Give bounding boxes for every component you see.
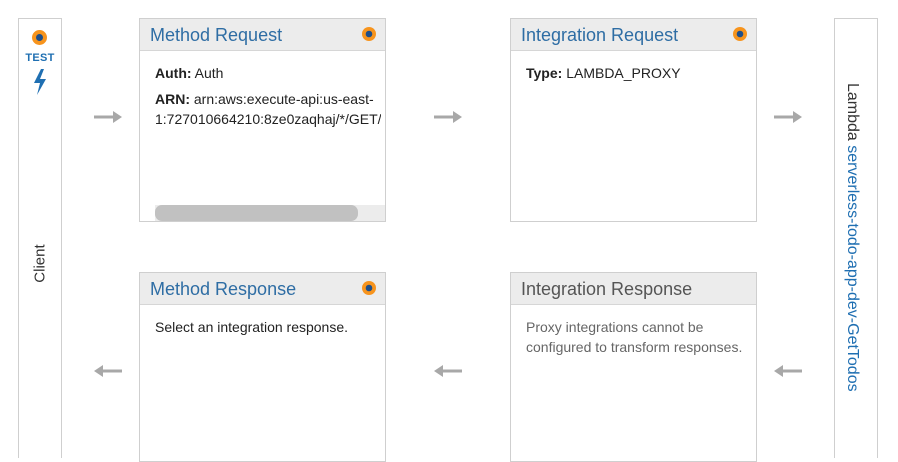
left-arrow-icon (434, 365, 462, 377)
client-label: Client (31, 244, 49, 283)
method-response-title[interactable]: Method Response (150, 279, 296, 300)
type-value: LAMBDA_PROXY (562, 65, 681, 81)
method-request-title[interactable]: Method Request (150, 25, 282, 46)
left-arrow-icon (94, 365, 122, 377)
horizontal-scrollbar[interactable] (155, 205, 385, 221)
lambda-panel: Lambda serverless-todo-app-dev-GetTodos (834, 18, 878, 458)
card-header: Method Request (140, 19, 385, 51)
arn-key: ARN: (155, 91, 190, 107)
lambda-prefix: Lambda (844, 83, 861, 146)
method-response-body: Select an integration response. (155, 317, 381, 337)
lightning-bolt-icon[interactable] (32, 69, 48, 95)
client-panel: TEST Client (18, 18, 62, 458)
card-header: Integration Response (511, 273, 756, 305)
integration-response-card: Integration Response Proxy integrations … (510, 272, 757, 462)
orange-dot-icon (32, 30, 47, 45)
auth-value: Auth (191, 65, 224, 81)
integration-request-body: Type: LAMBDA_PROXY (526, 63, 752, 83)
arn-line-1: arn:aws:execute-api:us-east- (190, 91, 374, 107)
integration-request-title[interactable]: Integration Request (521, 25, 678, 46)
right-arrow-icon (434, 111, 462, 123)
method-request-card[interactable]: Method Request Auth: Auth ARN: arn:aws:e… (139, 18, 386, 222)
orange-dot-icon (362, 27, 376, 41)
scrollbar-thumb[interactable] (155, 205, 358, 221)
card-header: Method Response (140, 273, 385, 305)
integration-response-line-1: Proxy integrations cannot be (526, 319, 704, 335)
type-key: Type: (526, 65, 563, 81)
method-response-text: Select an integration response. (155, 319, 349, 335)
card-header: Integration Request (511, 19, 756, 51)
orange-dot-icon (362, 281, 376, 295)
integration-response-body: Proxy integrations cannot be configured … (526, 317, 752, 357)
arn-row: ARN: arn:aws:execute-api:us-east- 1:7270… (155, 89, 381, 129)
method-response-card[interactable]: Method Response Select an integration re… (139, 272, 386, 462)
right-arrow-icon (94, 111, 122, 123)
auth-row: Auth: Auth (155, 63, 381, 83)
integration-response-title: Integration Response (521, 279, 693, 299)
test-link[interactable]: TEST (19, 52, 61, 64)
integration-response-line-2: configured to transform responses. (526, 339, 743, 355)
lambda-label: Lambda serverless-todo-app-dev-GetTodos (843, 83, 861, 392)
auth-key: Auth: (155, 65, 192, 81)
method-request-body: Auth: Auth ARN: arn:aws:execute-api:us-e… (155, 63, 381, 129)
lambda-function-link[interactable]: serverless-todo-app-dev-GetTodos (844, 145, 861, 391)
arn-line-2: 1:727010664210:8ze0zaqhaj/*/GET/todos (155, 111, 381, 127)
integration-request-card[interactable]: Integration Request Type: LAMBDA_PROXY (510, 18, 757, 222)
right-arrow-icon (774, 111, 802, 123)
orange-dot-icon (733, 27, 747, 41)
type-row: Type: LAMBDA_PROXY (526, 63, 752, 83)
left-arrow-icon (774, 365, 802, 377)
